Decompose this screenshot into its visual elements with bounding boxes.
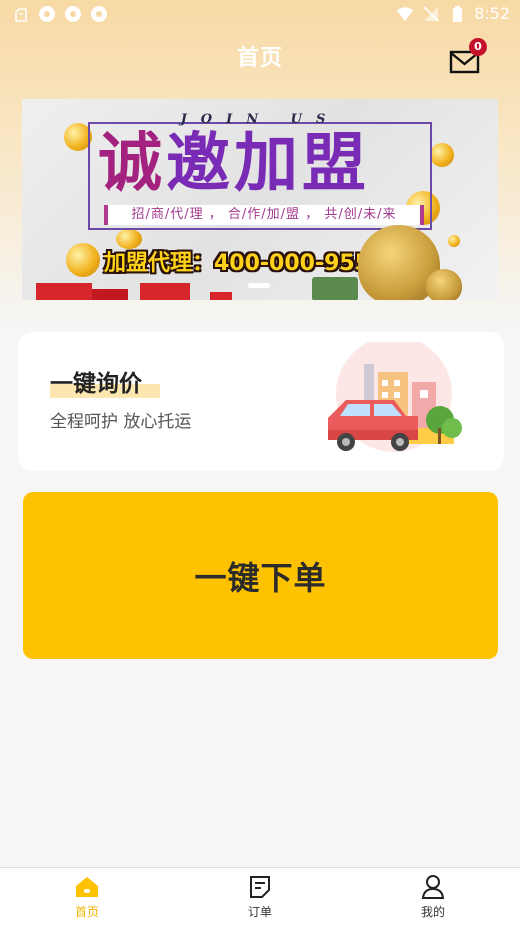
quick-order-label: 一键下单 [194, 558, 327, 597]
order-icon [250, 876, 270, 898]
banner-phone-line: 加盟代理：400-000-9558 [104, 251, 386, 276]
gift-decoration [92, 289, 128, 300]
aperture-icon [39, 6, 55, 22]
banner-subline: 招/商/代/理 ， 合/作/加/盟 ， 共/创/未/来 [104, 205, 424, 225]
nav-label-profile: 我的 [420, 905, 445, 919]
status-system: 8:52 [396, 4, 510, 23]
wifi-icon [396, 6, 414, 21]
gift-decoration [210, 292, 232, 300]
coin-decoration [66, 243, 100, 277]
banner-pager-dot [248, 283, 270, 288]
clock: 8:52 [474, 4, 510, 23]
nav-label-home: 首页 [74, 905, 99, 919]
no-signal-icon [423, 5, 439, 22]
profile-icon [421, 875, 445, 899]
quick-order-button[interactable]: 一键下单 [23, 492, 498, 659]
coin-decoration [448, 235, 460, 247]
page-title: 首页 [236, 46, 283, 71]
nav-label-orders: 订单 [247, 905, 272, 919]
money-bag-icon [426, 269, 462, 300]
quick-inquiry-subtitle: 全程呵护 放心托运 [50, 412, 192, 432]
card-title-wrap: 一键询价 [50, 364, 160, 398]
home-icon [76, 877, 98, 897]
android-notification-icon [15, 8, 27, 22]
quick-inquiry-card[interactable]: 一键询价 全程呵护 放心托运 [18, 332, 504, 471]
quick-inquiry-title: 一键询价 [50, 371, 142, 397]
mail-unread-badge: 0 [469, 38, 487, 56]
banner-headline: 诚邀加盟 [98, 127, 370, 201]
coin-decoration [430, 143, 454, 167]
aperture-icon [65, 6, 81, 22]
bottom-nav: 首页 订单 我的 [0, 867, 520, 927]
aperture-icon [91, 6, 107, 22]
status-bar: 8:52 [0, 0, 520, 30]
nav-item-profile[interactable]: 我的 [388, 874, 478, 924]
battery-icon [453, 5, 463, 22]
gift-decoration [140, 283, 190, 300]
mail-button[interactable]: 0 [447, 38, 487, 78]
promo-banner[interactable]: JOIN US 诚邀加盟 招/商/代/理 ， 合/作/加/盟 ， 共/创/未/来… [22, 99, 498, 300]
nav-item-home[interactable]: 首页 [42, 874, 132, 924]
status-notifications [12, 5, 108, 23]
gift-decoration [36, 283, 92, 300]
cash-stack-decoration [312, 277, 358, 300]
nav-item-orders[interactable]: 订单 [215, 874, 305, 924]
car-city-illustration [328, 342, 462, 452]
